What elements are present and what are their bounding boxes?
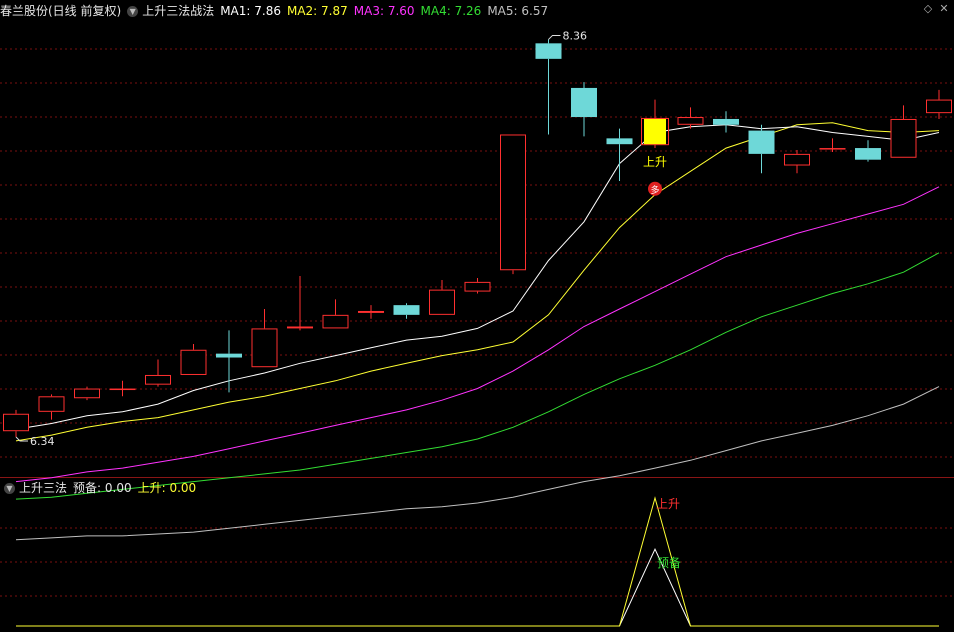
- main-header: 春兰股份(日线 前复权) ▼ 上升三法战法 MA1: 7.86 MA2: 7.87 MA3…: [0, 1, 554, 21]
- candle-body: [322, 314, 349, 329]
- candle-body: [644, 118, 666, 145]
- candle-body: [819, 148, 846, 150]
- candle-body: [180, 349, 207, 375]
- ma3-value: MA3: 7.60: [353, 4, 415, 18]
- candle[interactable]: [500, 134, 526, 275]
- candle-body: [251, 328, 278, 368]
- candle-body: [926, 99, 952, 114]
- chevron-down-icon[interactable]: ▼: [127, 6, 139, 17]
- rise-signal-label: 上升: [643, 155, 667, 169]
- ma2-value: MA2: 7.87: [286, 4, 348, 18]
- prep-value: 预备: 0.00: [73, 481, 132, 495]
- candle-body: [535, 43, 562, 59]
- candle-body: [393, 305, 420, 315]
- ma5-value: MA5: 6.57: [487, 4, 549, 18]
- high-price-label: 8.36: [563, 29, 588, 42]
- duo-marker-label: 多: [650, 184, 659, 196]
- stock-title: 春兰股份(日线 前复权): [0, 4, 122, 18]
- candle[interactable]: [74, 386, 100, 401]
- candle-body: [677, 117, 704, 125]
- chevron-down-icon[interactable]: ▼: [4, 483, 15, 494]
- candle-body: [464, 281, 491, 292]
- rise-value: 上升: 0.00: [137, 481, 197, 495]
- ma1-value: MA1: 7.86: [220, 4, 281, 18]
- diamond-icon[interactable]: ◇: [922, 3, 934, 15]
- sub-rise-label: 上升: [656, 497, 680, 511]
- candle-body: [38, 396, 65, 412]
- kline-chart[interactable]: 8.366.34上升多 上升预备: [0, 0, 954, 632]
- candle-body: [429, 289, 455, 315]
- candle-body: [74, 388, 100, 399]
- candle-body: [713, 118, 739, 125]
- candle-body: [216, 353, 242, 358]
- close-icon[interactable]: ✕: [938, 3, 950, 15]
- candle-body: [145, 374, 171, 385]
- ma4-value: MA4: 7.26: [420, 4, 482, 18]
- sub-indicator-name: 上升三法: [19, 481, 68, 495]
- candle-body: [358, 310, 384, 313]
- low-price-label: 6.34: [30, 435, 55, 448]
- sub-prep-label: 预备: [657, 556, 681, 570]
- candle-body: [606, 138, 633, 145]
- candle-body: [784, 153, 810, 166]
- candle-body: [287, 326, 313, 329]
- indicator-name: 上升三法战法: [142, 4, 215, 18]
- candle-body: [890, 118, 917, 158]
- candle-body: [748, 130, 775, 154]
- candle-body: [109, 388, 136, 391]
- candle-body: [3, 413, 29, 432]
- candle-body: [855, 148, 881, 160]
- candle-body: [500, 134, 526, 271]
- candle-body: [571, 87, 597, 118]
- sub-header: ▼ 上升三法 预备: 0.00 上升: 0.00: [0, 478, 202, 498]
